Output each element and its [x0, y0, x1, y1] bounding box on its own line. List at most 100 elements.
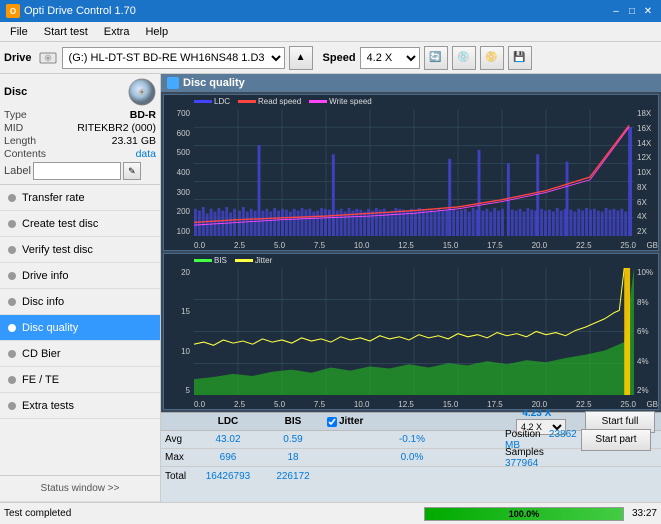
- chart1-svg: [194, 109, 634, 236]
- nav-cd-bier[interactable]: CD Bier: [0, 341, 160, 367]
- close-button[interactable]: ✕: [641, 4, 655, 18]
- status-window-button[interactable]: Status window >>: [0, 476, 160, 502]
- length-label: Length: [4, 135, 36, 147]
- mid-value: RITEKBR2 (000): [77, 122, 156, 134]
- status-window-label: Status window >>: [41, 483, 120, 494]
- speed-select[interactable]: 4.2 X: [360, 47, 420, 69]
- nav-label-drive-info: Drive info: [22, 270, 68, 282]
- menu-file[interactable]: File: [4, 24, 34, 40]
- chart2-unit: GB: [646, 400, 658, 409]
- speed-label: Speed: [323, 52, 356, 64]
- toolbar: Drive (G:) HL-DT-ST BD-RE WH16NS48 1.D3 …: [0, 42, 661, 74]
- stats-avg-row: Avg 43.02 0.59 -0.1% Position 23862 MB S…: [161, 431, 661, 449]
- menu-help[interactable]: Help: [139, 24, 174, 40]
- nav-extra-tests[interactable]: Extra tests: [0, 393, 160, 419]
- type-label: Type: [4, 109, 27, 121]
- col-header-ldc: LDC: [193, 416, 263, 427]
- chart2-x-labels: 0.0 2.5 5.0 7.5 10.0 12.5 15.0 17.5 20.0…: [194, 395, 636, 409]
- chart1-x-labels: 0.0 2.5 5.0 7.5 10.0 12.5 15.0 17.5 20.0…: [194, 236, 636, 250]
- disc-quality-title: Disc quality: [183, 77, 245, 89]
- nav-fe-te[interactable]: FE / TE: [0, 367, 160, 393]
- avg-bis: 0.59: [263, 434, 323, 445]
- disc-section-title: Disc: [4, 86, 27, 98]
- eject-button[interactable]: ▲: [289, 46, 313, 70]
- nav-drive-info[interactable]: Drive info: [0, 263, 160, 289]
- chart1-y-labels-right: 18X 16X 14X 12X 10X 8X 6X 4X 2X: [636, 109, 658, 236]
- disc-image-icon: [128, 78, 156, 106]
- length-value: 23.31 GB: [112, 135, 156, 147]
- disc-panel: Disc Type BD-R MID RITEKBR2 (000) Length: [0, 74, 160, 185]
- sidebar: Disc Type BD-R MID RITEKBR2 (000) Length: [0, 74, 161, 502]
- start-part-button[interactable]: Start part: [581, 429, 651, 451]
- col-header-bis: BIS: [263, 416, 323, 427]
- total-label: Total: [161, 471, 193, 482]
- nav-disc-info[interactable]: Disc info: [0, 289, 160, 315]
- contents-label: Contents: [4, 148, 46, 160]
- chart1-y-labels: 700 600 500 400 300 200 100: [164, 109, 192, 236]
- nav-label-fe-te: FE / TE: [22, 374, 59, 386]
- nav-dot: [8, 194, 16, 202]
- chart-ldc: LDC Read speed Write speed: [163, 94, 659, 251]
- action-btn-2[interactable]: 📀: [480, 46, 504, 70]
- label-edit-button[interactable]: ✎: [123, 162, 141, 180]
- label-input[interactable]: [33, 162, 121, 180]
- nav-dot: [8, 272, 16, 280]
- maximize-button[interactable]: □: [625, 4, 639, 18]
- drive-select[interactable]: (G:) HL-DT-ST BD-RE WH16NS48 1.D3: [62, 47, 285, 69]
- refresh-button[interactable]: 🔄: [424, 46, 448, 70]
- nav-disc-quality[interactable]: Disc quality: [0, 315, 160, 341]
- action-btn-1[interactable]: 💿: [452, 46, 476, 70]
- contents-value: data: [136, 148, 156, 160]
- status-bar: Test completed 100.0% 33:27: [0, 502, 661, 524]
- max-bis: 18: [263, 452, 323, 463]
- minimize-button[interactable]: –: [609, 4, 623, 18]
- max-ldc: 696: [193, 452, 263, 463]
- chart1-legend: LDC Read speed Write speed: [194, 97, 372, 106]
- nav-create-test-disc[interactable]: Create test disc: [0, 211, 160, 237]
- nav-label-extra-tests: Extra tests: [22, 400, 74, 412]
- nav-label-transfer-rate: Transfer rate: [22, 192, 85, 204]
- max-label: Max: [161, 452, 193, 463]
- progress-text: 100.0%: [425, 508, 623, 520]
- drive-label: Drive: [4, 52, 32, 64]
- nav-dot: [8, 246, 16, 254]
- avg-jitter: -0.1%: [323, 434, 501, 445]
- nav-transfer-rate[interactable]: Transfer rate: [0, 185, 160, 211]
- avg-label: Avg: [161, 434, 193, 445]
- nav-dot-active: [8, 324, 16, 332]
- drive-icon: [38, 48, 58, 68]
- nav-label-create-test-disc: Create test disc: [22, 218, 98, 230]
- nav-verify-test-disc[interactable]: Verify test disc: [0, 237, 160, 263]
- title-bar: O Opti Drive Control 1.70 – □ ✕: [0, 0, 661, 22]
- progress-bar: 100.0%: [424, 507, 624, 521]
- mid-label: MID: [4, 122, 23, 134]
- nav-label-disc-info: Disc info: [22, 296, 64, 308]
- jitter-checkbox[interactable]: [327, 417, 337, 427]
- nav-label-disc-quality: Disc quality: [22, 322, 78, 334]
- type-value: BD-R: [130, 109, 156, 121]
- nav-label-verify-test-disc: Verify test disc: [22, 244, 93, 256]
- label-key: Label: [4, 165, 31, 177]
- nav-dot: [8, 350, 16, 358]
- save-button[interactable]: 💾: [508, 46, 532, 70]
- col-header-jitter: Jitter: [339, 416, 363, 427]
- stats-max-row: Max 696 18 0.0% Samples 377964: [161, 449, 661, 467]
- total-ldc: 16426793: [193, 471, 263, 482]
- menu-start-test[interactable]: Start test: [38, 24, 94, 40]
- chart2-y-labels: 20 15 10 5: [164, 268, 192, 395]
- content-area: Disc quality LDC Read speed: [161, 74, 661, 502]
- stats-table: LDC BIS Jitter 4.23 X 4.2 X Start full: [161, 412, 661, 502]
- status-time: 33:27: [632, 508, 657, 519]
- stats-total-row: Total 16426793 226172: [161, 467, 661, 485]
- status-text: Test completed: [4, 508, 420, 519]
- nav-menu: Transfer rate Create test disc Verify te…: [0, 185, 160, 419]
- chart2-svg: [194, 268, 634, 395]
- chart2-legend: BIS Jitter: [194, 256, 272, 265]
- samples-label-row: Samples 377964: [501, 447, 581, 469]
- avg-ldc: 43.02: [193, 434, 263, 445]
- menu-bar: File Start test Extra Help: [0, 22, 661, 42]
- menu-extra[interactable]: Extra: [98, 24, 136, 40]
- total-bis: 226172: [263, 471, 323, 482]
- app-icon: O: [6, 4, 20, 18]
- disc-quality-icon: [167, 77, 179, 89]
